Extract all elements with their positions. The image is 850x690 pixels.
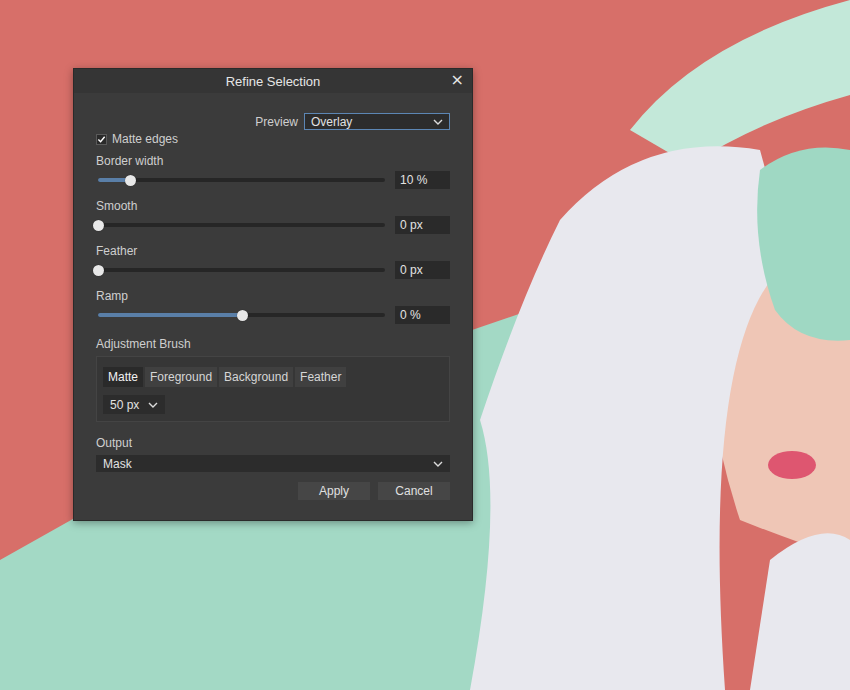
slider-control: Feather 0 px	[96, 243, 450, 281]
slider-value-field[interactable]: 0 px	[395, 216, 450, 234]
output-dropdown[interactable]: Mask	[96, 455, 450, 472]
photo-canvas: Refine Selection × Preview Overlay Matte edg…	[0, 0, 850, 690]
brush-mode-button[interactable]: Matte	[103, 367, 143, 387]
preview-value: Overlay	[311, 115, 352, 129]
slider-fill	[98, 313, 242, 317]
dialog-button[interactable]: Apply	[298, 482, 370, 500]
slider-label: Smooth	[96, 198, 450, 214]
slider-track[interactable]	[98, 178, 385, 182]
slider-value-field[interactable]: 10 %	[395, 171, 450, 189]
slider-value-field[interactable]: 0 %	[395, 306, 450, 324]
chevron-down-icon	[433, 119, 443, 125]
slider-row: 10 %	[96, 169, 450, 191]
adjustment-brush-group: MatteForegroundBackgroundFeather 50 px	[96, 356, 450, 422]
brush-mode-button[interactable]: Background	[219, 367, 293, 387]
matte-edges-checkbox[interactable]	[96, 134, 107, 145]
slider-row: 0 %	[96, 304, 450, 326]
title-bar: Refine Selection ×	[74, 69, 472, 93]
slider-track[interactable]	[98, 268, 385, 272]
brush-size-dropdown[interactable]: 50 px	[103, 395, 165, 414]
dialog-body: Preview Overlay Matte edges Border width 10 …	[74, 93, 472, 520]
close-button[interactable]: ×	[447, 70, 468, 90]
refine-selection-dialog: Refine Selection × Preview Overlay Matte edg…	[73, 68, 473, 521]
slider-value-field[interactable]: 0 px	[395, 261, 450, 279]
checkmark-icon	[97, 135, 106, 144]
slider-track[interactable]	[98, 313, 385, 317]
preview-row: Preview Overlay	[96, 113, 450, 130]
matte-edges-label: Matte edges	[112, 132, 178, 146]
dialog-buttons: Apply Cancel	[96, 482, 450, 500]
brush-size-value: 50 px	[110, 398, 139, 412]
slider-label: Feather	[96, 243, 450, 259]
output-label: Output	[96, 435, 450, 451]
adjustment-brush-label: Adjustment Brush	[96, 336, 450, 352]
slider-thumb[interactable]	[125, 175, 136, 186]
slider-control: Smooth 0 px	[96, 198, 450, 236]
brush-mode-button[interactable]: Foreground	[145, 367, 217, 387]
slider-control: Ramp 0 %	[96, 288, 450, 326]
output-value: Mask	[103, 457, 132, 471]
matte-edges-row[interactable]: Matte edges	[96, 132, 450, 146]
slider-thumb[interactable]	[93, 220, 104, 231]
slider-track[interactable]	[98, 223, 385, 227]
slider-thumb[interactable]	[93, 265, 104, 276]
brush-mode-buttons: MatteForegroundBackgroundFeather	[103, 367, 443, 387]
slider-control: Border width 10 %	[96, 153, 450, 191]
dialog-title: Refine Selection	[226, 74, 321, 89]
slider-row: 0 px	[96, 259, 450, 281]
slider-label: Border width	[96, 153, 450, 169]
dialog-button[interactable]: Cancel	[378, 482, 450, 500]
brush-mode-button[interactable]: Feather	[295, 367, 346, 387]
slider-thumb[interactable]	[237, 310, 248, 321]
preview-label: Preview	[255, 115, 298, 129]
slider-row: 0 px	[96, 214, 450, 236]
slider-label: Ramp	[96, 288, 450, 304]
preview-dropdown[interactable]: Overlay	[304, 113, 450, 130]
chevron-down-icon	[148, 402, 158, 408]
chevron-down-icon	[433, 461, 443, 467]
